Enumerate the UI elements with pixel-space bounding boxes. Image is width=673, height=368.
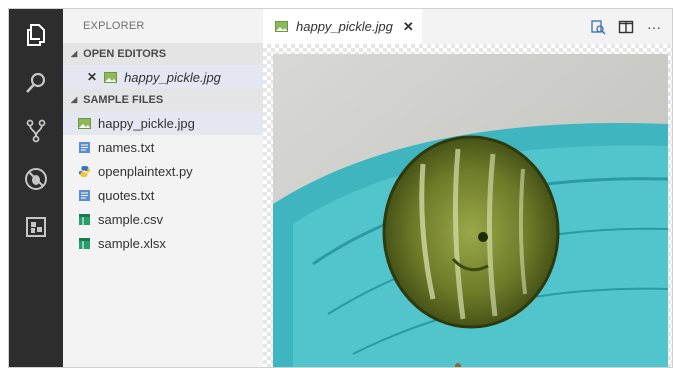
image-file-icon: [78, 117, 91, 130]
files-icon[interactable]: [9, 13, 63, 57]
collapse-arrow-icon: ◢: [71, 49, 78, 58]
file-item-openplaintext[interactable]: openplaintext.py: [63, 159, 263, 183]
file-item-happy-pickle[interactable]: happy_pickle.jpg: [63, 111, 263, 135]
open-editors-header[interactable]: ◢ OPEN EDITORS: [63, 43, 263, 65]
explorer-sidebar: EXPLORER ◢ OPEN EDITORS ✕ happy_pickle.j…: [63, 9, 263, 367]
tab-label: happy_pickle.jpg: [296, 19, 393, 34]
search-icon[interactable]: [9, 61, 63, 105]
source-control-icon[interactable]: [9, 109, 63, 153]
spreadsheet-file-icon: [78, 237, 91, 250]
image-preview: [263, 44, 672, 367]
image-file-icon: [104, 71, 118, 84]
close-icon[interactable]: ✕: [87, 70, 97, 84]
sample-files-label: SAMPLE FILES: [83, 94, 164, 106]
spreadsheet-file-icon: [78, 213, 91, 226]
explorer-title: EXPLORER: [83, 20, 145, 32]
open-editors-label: OPEN EDITORS: [83, 48, 167, 60]
open-editor-item[interactable]: ✕ happy_pickle.jpg: [63, 65, 263, 89]
editor-area: happy_pickle.jpg ✕ ···: [263, 9, 672, 367]
image-file-icon: [275, 20, 288, 33]
file-item-names[interactable]: names.txt: [63, 135, 263, 159]
sample-files-header[interactable]: ◢ SAMPLE FILES: [63, 89, 263, 111]
tab-happy-pickle[interactable]: happy_pickle.jpg ✕: [263, 9, 422, 44]
file-label: sample.csv: [98, 211, 164, 227]
file-label: names.txt: [98, 139, 155, 155]
pickle-photo: [273, 54, 668, 367]
file-label: happy_pickle.jpg: [98, 115, 195, 131]
extensions-icon[interactable]: [9, 205, 63, 249]
file-label: sample.xlsx: [98, 235, 166, 251]
editor-tabbar: happy_pickle.jpg ✕ ···: [263, 9, 672, 44]
split-editor-icon[interactable]: [612, 13, 640, 41]
file-label: openplaintext.py: [98, 163, 193, 179]
file-item-quotes[interactable]: quotes.txt: [63, 183, 263, 207]
file-item-sample-csv[interactable]: sample.csv: [63, 207, 263, 231]
close-icon[interactable]: ✕: [403, 19, 414, 35]
python-file-icon: [78, 165, 91, 178]
open-editor-label: happy_pickle.jpg: [124, 69, 221, 85]
more-actions-icon[interactable]: ···: [640, 13, 668, 41]
file-label: quotes.txt: [98, 187, 155, 203]
collapse-arrow-icon: ◢: [71, 95, 78, 104]
open-preview-icon[interactable]: [584, 13, 612, 41]
file-item-sample-xlsx[interactable]: sample.xlsx: [63, 231, 263, 255]
activity-bar: [9, 9, 63, 367]
debug-icon[interactable]: [9, 157, 63, 201]
text-file-icon: [78, 141, 91, 154]
text-file-icon: [78, 189, 91, 202]
editor-actions: ···: [584, 9, 668, 44]
vscode-window: EXPLORER ◢ OPEN EDITORS ✕ happy_pickle.j…: [8, 8, 673, 368]
